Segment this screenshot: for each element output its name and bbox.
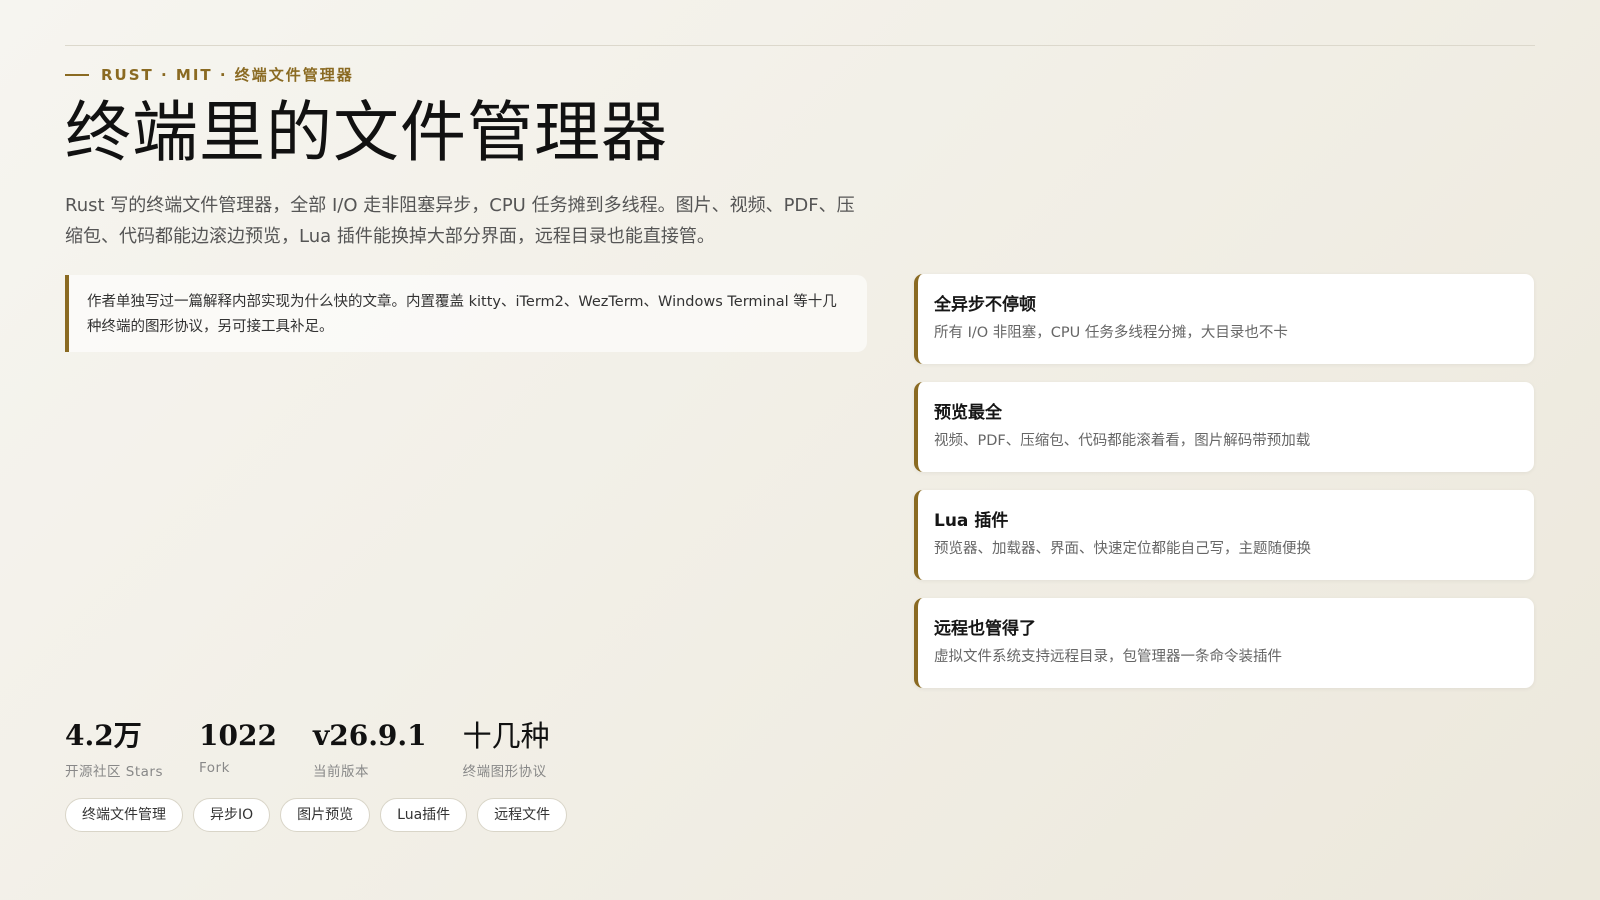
stat-stars: 4.2万 开源社区 Stars bbox=[65, 718, 163, 780]
feature-title: 预览最全 bbox=[934, 403, 1002, 423]
feature-desc: 所有 I/O 非阻塞，CPU 任务多线程分摊，大目录也不卡 bbox=[934, 325, 1288, 341]
feature-card-remote: 远程也管得了 虚拟文件系统支持远程目录，包管理器一条命令装插件 bbox=[914, 598, 1534, 688]
stat-label: 当前版本 bbox=[312, 764, 369, 780]
author-note: 作者单独写过一篇解释内部实现为什么快的文章。内置覆盖 kitty、iTerm2、… bbox=[65, 275, 867, 352]
stat-version: v26.9.1 当前版本 bbox=[313, 718, 427, 780]
feature-title: 全异步不停顿 bbox=[934, 295, 1036, 315]
tag-remote-files[interactable]: 远程文件 bbox=[477, 798, 568, 832]
tag-image-preview[interactable]: 图片预览 bbox=[280, 798, 371, 832]
feature-title: Lua 插件 bbox=[934, 511, 1009, 531]
tag-async-io[interactable]: 异步IO bbox=[193, 798, 271, 832]
stat-fork: 1022 Fork bbox=[199, 718, 277, 780]
eyebrow: RUST · MIT · 终端文件管理器 bbox=[65, 64, 354, 85]
tag-terminal-file-manager[interactable]: 终端文件管理 bbox=[65, 798, 183, 832]
feature-desc: 预览器、加载器、界面、快速定位都能自己写，主题随便换 bbox=[934, 541, 1311, 557]
feature-title: 远程也管得了 bbox=[934, 619, 1036, 639]
feature-desc: 视频、PDF、压缩包、代码都能滚着看，图片解码带预加载 bbox=[934, 433, 1311, 449]
feature-desc: 虚拟文件系统支持远程目录，包管理器一条命令装插件 bbox=[934, 649, 1282, 665]
tag-list: 终端文件管理 异步IO 图片预览 Lua插件 远程文件 bbox=[65, 798, 568, 832]
stat-label: 开源社区 Stars bbox=[65, 764, 164, 780]
feature-card-preview: 预览最全 视频、PDF、压缩包、代码都能滚着看，图片解码带预加载 bbox=[914, 382, 1534, 472]
top-divider bbox=[65, 45, 1535, 46]
stat-value: 1022 bbox=[199, 719, 277, 752]
stat-value: 4.2万 bbox=[65, 719, 142, 752]
stats-row: 4.2万 开源社区 Stars 1022 Fork v26.9.1 当前版本 十… bbox=[65, 718, 586, 780]
stat-label: 终端图形协议 bbox=[462, 764, 547, 780]
stat-value: v26.9.1 bbox=[312, 719, 427, 752]
feature-card-lua: Lua 插件 预览器、加载器、界面、快速定位都能自己写，主题随便换 bbox=[914, 490, 1534, 580]
stat-value: 十几种 bbox=[462, 719, 550, 753]
feature-card-async: 全异步不停顿 所有 I/O 非阻塞，CPU 任务多线程分摊，大目录也不卡 bbox=[914, 274, 1534, 364]
feature-list: 全异步不停顿 所有 I/O 非阻塞，CPU 任务多线程分摊，大目录也不卡 预览最… bbox=[914, 274, 1534, 706]
tag-lua-plugin[interactable]: Lua插件 bbox=[380, 798, 468, 832]
eyebrow-text: RUST · MIT · 终端文件管理器 bbox=[101, 66, 354, 84]
lede-paragraph: Rust 写的终端文件管理器，全部 I/O 走非阻塞异步，CPU 任务摊到多线程… bbox=[65, 195, 855, 247]
author-note-text: 作者单独写过一篇解释内部实现为什么快的文章。内置覆盖 kitty、iTerm2、… bbox=[87, 294, 837, 335]
stat-label: Fork bbox=[199, 760, 230, 776]
eyebrow-dash-icon bbox=[65, 73, 89, 76]
page-title: 终端里的文件管理器 bbox=[65, 94, 668, 171]
stat-protocols: 十几种 终端图形协议 bbox=[463, 718, 550, 780]
